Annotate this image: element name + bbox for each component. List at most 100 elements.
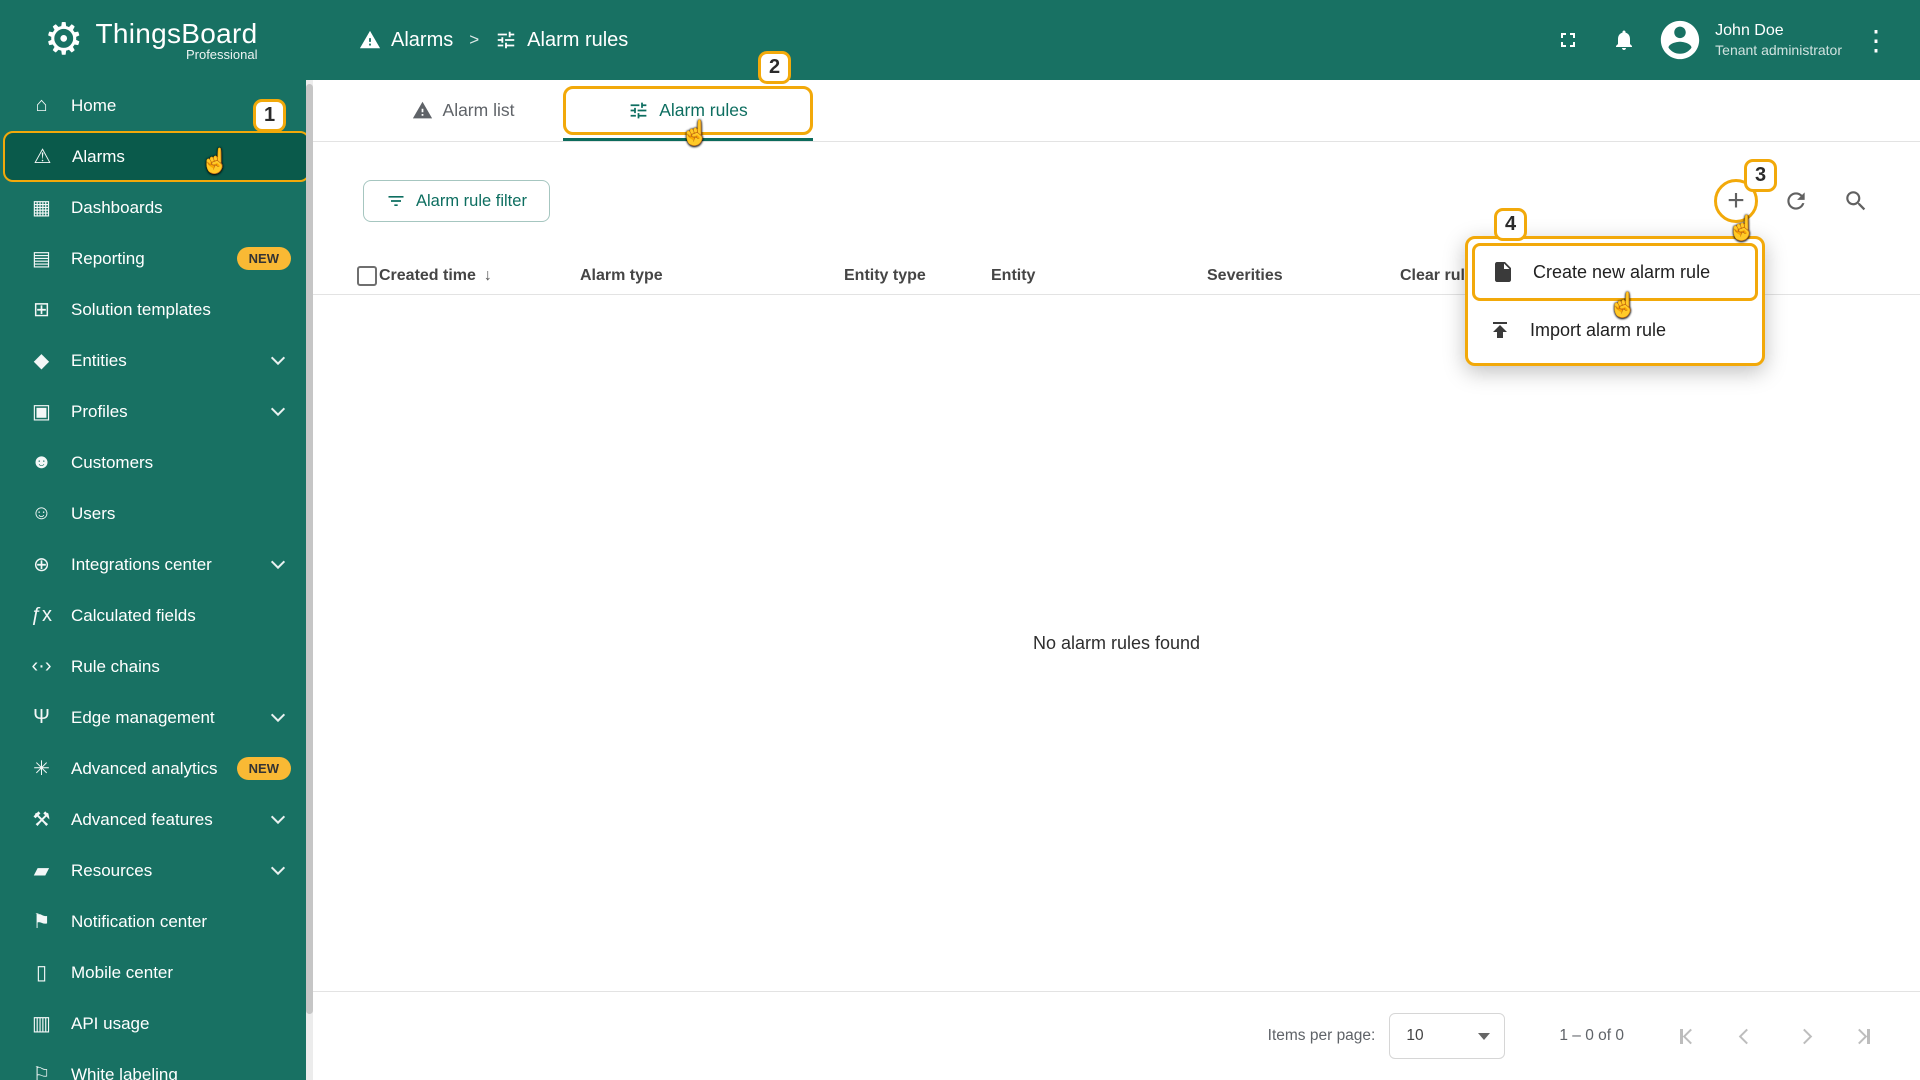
chevron-down-icon bbox=[270, 350, 286, 366]
plus-icon: + bbox=[1727, 184, 1745, 217]
logo-gear-icon: ⚙ bbox=[44, 15, 84, 64]
alarm-rule-filter-button[interactable]: Alarm rule filter bbox=[363, 180, 550, 222]
sidebar-item-resources[interactable]: ▰ Resources bbox=[0, 845, 313, 896]
sidebar-item-label: Notification center bbox=[71, 911, 208, 931]
column-entity-type[interactable]: Entity type bbox=[844, 267, 991, 285]
next-page-button[interactable] bbox=[1790, 1022, 1818, 1050]
sidebar-item-label: Customers bbox=[71, 452, 154, 472]
breadcrumb-label: Alarm rules bbox=[527, 28, 629, 51]
breadcrumb-alarms[interactable]: Alarms bbox=[359, 29, 453, 52]
filter-button-label: Alarm rule filter bbox=[416, 191, 527, 210]
warning-icon bbox=[412, 101, 432, 119]
home-icon: ⌂ bbox=[35, 94, 48, 116]
chevron-down-icon bbox=[270, 809, 286, 825]
hand-cursor-icon: ☝ bbox=[200, 148, 230, 175]
column-entity[interactable]: Entity bbox=[991, 267, 1207, 285]
annotation-badge-1: 1 bbox=[253, 99, 286, 132]
sidebar-item-notification-center[interactable]: ⚑ Notification center bbox=[0, 896, 313, 947]
sidebar-item-label: Integrations center bbox=[71, 554, 212, 574]
search-button[interactable] bbox=[1834, 179, 1878, 223]
sidebar-item-reporting[interactable]: ▤ Reporting NEW bbox=[0, 233, 313, 284]
user-avatar[interactable] bbox=[1655, 15, 1705, 65]
items-per-page-select[interactable]: 10 bbox=[1389, 1013, 1506, 1059]
solution-templates-icon: ⊞ bbox=[33, 299, 50, 321]
dropdown-arrow-icon bbox=[1478, 1032, 1491, 1040]
fullscreen-icon bbox=[1561, 33, 1576, 47]
more-options-button[interactable]: ⋮ bbox=[1858, 16, 1894, 64]
breadcrumb-label: Alarms bbox=[391, 28, 454, 51]
account-circle-icon bbox=[1660, 20, 1700, 60]
reporting-icon: ▤ bbox=[32, 248, 51, 270]
entities-icon: ◆ bbox=[33, 350, 50, 372]
sidebar-item-edge-management[interactable]: Ψ Edge management bbox=[0, 692, 313, 743]
select-all-checkbox[interactable] bbox=[357, 265, 377, 286]
sidebar-item-rule-chains[interactable]: ‹·› Rule chains bbox=[0, 641, 313, 692]
sidebar-item-users[interactable]: ☺ Users bbox=[0, 488, 313, 539]
tab-alarm-list[interactable]: Alarm list bbox=[363, 80, 563, 141]
sort-desc-icon: ↓ bbox=[483, 266, 492, 284]
sidebar-item-label: Profiles bbox=[71, 401, 128, 421]
dashboards-icon: ▦ bbox=[32, 197, 51, 219]
user-info: John Doe Tenant administrator bbox=[1715, 22, 1842, 58]
sidebar-item-label: Advanced analytics bbox=[71, 758, 218, 778]
sidebar-item-label: Calculated fields bbox=[71, 605, 196, 625]
brand-logo[interactable]: ⚙ ThingsBoard Professional bbox=[0, 15, 313, 64]
sidebar-item-entities[interactable]: ◆ Entities bbox=[0, 335, 313, 386]
kebab-icon: ⋮ bbox=[1862, 24, 1890, 56]
chevron-down-icon bbox=[270, 554, 286, 570]
sidebar-item-api-usage[interactable]: ▥ API usage bbox=[0, 998, 313, 1049]
filter-list-icon bbox=[388, 196, 404, 206]
sidebar-item-alarms[interactable]: ⚠ Alarms bbox=[3, 131, 310, 182]
tab-label: Alarm list bbox=[442, 100, 515, 120]
first-page-button[interactable] bbox=[1674, 1022, 1702, 1050]
sidebar-item-calculated-fields[interactable]: ƒx Calculated fields bbox=[0, 590, 313, 641]
sidebar-item-label: Edge management bbox=[71, 707, 215, 727]
sidebar-item-profiles[interactable]: ▣ Profiles bbox=[0, 386, 313, 437]
sidebar-item-advanced-analytics[interactable]: ✳ Advanced analytics NEW bbox=[0, 743, 313, 794]
column-alarm-type[interactable]: Alarm type bbox=[580, 267, 844, 285]
chevron-right-icon bbox=[1796, 1028, 1812, 1044]
new-badge: NEW bbox=[236, 247, 291, 270]
annotation-badge-2: 2 bbox=[758, 51, 791, 84]
items-per-page-label: Items per page: bbox=[1267, 1027, 1376, 1044]
refresh-button[interactable] bbox=[1774, 179, 1818, 223]
column-created-time[interactable]: Created time ↓ bbox=[379, 267, 580, 285]
fullscreen-button[interactable] bbox=[1543, 15, 1593, 65]
sidebar-item-customers[interactable]: ☻ Customers bbox=[0, 437, 313, 488]
sidebar-scrollbar-thumb[interactable] bbox=[306, 84, 313, 1014]
sidebar-item-solution-templates[interactable]: ⊞ Solution templates bbox=[0, 284, 313, 335]
user-role: Tenant administrator bbox=[1715, 42, 1842, 58]
app-header: ⚙ ThingsBoard Professional Alarms > Alar… bbox=[0, 0, 1920, 80]
white-flag-icon: ⚐ bbox=[32, 1064, 51, 1080]
sidebar-item-mobile-center[interactable]: ▯ Mobile center bbox=[0, 947, 313, 998]
empty-state-message: No alarm rules found bbox=[1032, 632, 1201, 653]
warning-icon bbox=[359, 30, 381, 49]
items-per-page-value: 10 bbox=[1406, 1027, 1424, 1044]
profiles-icon: ▣ bbox=[32, 401, 51, 423]
sidebar-item-label: White labeling bbox=[71, 1064, 178, 1080]
sidebar-item-white-labeling[interactable]: ⚐ White labeling bbox=[0, 1049, 313, 1080]
last-page-button[interactable] bbox=[1848, 1022, 1876, 1050]
sidebar-item-dashboards[interactable]: ▦ Dashboards bbox=[0, 182, 313, 233]
sidebar-item-advanced-features[interactable]: ⚒ Advanced features bbox=[0, 794, 313, 845]
pagination-controls bbox=[1674, 1022, 1876, 1050]
select-all-cell bbox=[313, 265, 379, 286]
notifications-button[interactable] bbox=[1599, 15, 1649, 65]
annotation-badge-4: 4 bbox=[1494, 208, 1527, 241]
sidebar-item-label: API usage bbox=[71, 1013, 150, 1033]
menu-item-label: Create new alarm rule bbox=[1533, 261, 1711, 282]
previous-page-button[interactable] bbox=[1732, 1022, 1760, 1050]
column-severities[interactable]: Severities bbox=[1207, 267, 1400, 285]
table-body: No alarm rules found bbox=[313, 295, 1920, 992]
pagination-bar: Items per page: 10 1 – 0 of 0 bbox=[313, 992, 1920, 1080]
tune-icon bbox=[630, 102, 647, 119]
sidebar-item-label: Users bbox=[71, 503, 116, 523]
sidebar-item-label: Reporting bbox=[71, 248, 145, 268]
breadcrumb-alarm-rules[interactable]: Alarm rules bbox=[495, 29, 628, 52]
search-icon bbox=[1846, 191, 1866, 211]
refresh-icon bbox=[1787, 192, 1805, 210]
sidebar-item-integrations-center[interactable]: ⊕ Integrations center bbox=[0, 539, 313, 590]
customers-icon: ☻ bbox=[30, 451, 53, 473]
hand-cursor-icon: ☝ bbox=[1608, 292, 1638, 319]
chevron-down-icon bbox=[270, 707, 286, 723]
